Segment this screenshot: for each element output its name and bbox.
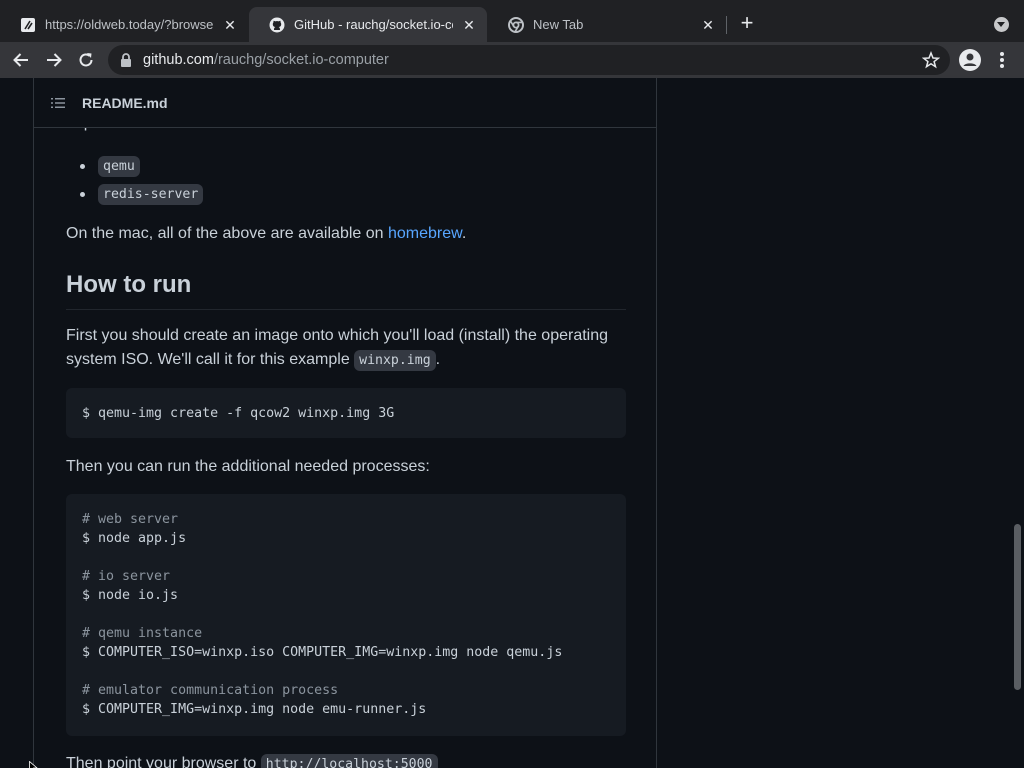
tab-search-button[interactable] (994, 17, 1009, 32)
inline-code: winxp.img (354, 350, 436, 371)
reload-button[interactable] (72, 46, 100, 74)
tab-github[interactable]: GitHub - rauchg/socket.io-com ✕ (249, 7, 487, 42)
code-comment: # web server (82, 512, 179, 527)
code-block: $ qemu-img create -f qcow2 winxp.img 3G (66, 388, 626, 438)
code-line: $ node io.js (82, 588, 179, 603)
tab-title: GitHub - rauchg/socket.io-com (294, 17, 453, 32)
point-paragraph: Then point your browser to http://localh… (66, 752, 626, 768)
bookmark-star-icon[interactable] (921, 50, 941, 69)
list-item: qemu (66, 154, 203, 182)
forward-button[interactable] (40, 46, 68, 74)
code-comment: # qemu instance (82, 626, 203, 641)
run-paragraph: Then you can run the additional needed p… (66, 458, 430, 475)
dependency-list: qemu redis-server (66, 154, 204, 210)
back-button[interactable] (7, 46, 35, 74)
paragraph-text: Then point your browser to (66, 755, 261, 768)
mac-paragraph: On the mac, all of the above are availab… (66, 222, 626, 246)
github-icon (269, 17, 285, 33)
how-to-run-heading: How to run (66, 270, 626, 310)
page-scrollbar[interactable] (1010, 78, 1024, 768)
browser-menu-button[interactable] (992, 48, 1012, 72)
url-path: /rauchg/socket.io-computer (213, 52, 389, 68)
mouse-cursor-icon (29, 760, 39, 768)
tab-oldweb[interactable]: https://oldweb.today/?browser ✕ (0, 7, 248, 42)
browser-toolbar: github.com/rauchg/socket.io-computer (0, 42, 1024, 78)
address-bar[interactable]: github.com/rauchg/socket.io-computer (108, 45, 950, 75)
readme-header: README.md (34, 78, 656, 128)
forward-arrow-icon (47, 53, 62, 67)
profile-button[interactable] (958, 48, 982, 72)
paragraph-text: On the mac, all of the above are availab… (66, 225, 388, 242)
list-item: redis-server (66, 182, 204, 210)
readme-title: README.md (82, 94, 168, 111)
create-paragraph: First you should create an image onto wh… (66, 324, 626, 373)
readme-container: README.md dependencies installed: qemu r… (33, 78, 657, 768)
scrollbar-thumb[interactable] (1014, 524, 1021, 690)
code-line: $ COMPUTER_IMG=winxp.img node emu-runner… (82, 702, 427, 717)
inline-code: http://localhost:5000 (260, 754, 438, 768)
code-blank (82, 548, 610, 567)
tab-separator (726, 16, 727, 34)
back-arrow-icon (13, 53, 28, 67)
url-text: github.com/rauchg/socket.io-computer (143, 52, 389, 68)
code-blank (82, 662, 610, 681)
paragraph-text: . (461, 225, 467, 242)
code-line: $ COMPUTER_ISO=winxp.iso COMPUTER_IMG=wi… (82, 645, 563, 660)
close-icon[interactable]: ✕ (461, 17, 477, 33)
code-comment: # io server (82, 569, 171, 584)
more-vert-icon (1000, 52, 1004, 68)
code-block: # web server $ node app.js # io server $ no… (66, 494, 626, 736)
page-viewport: README.md dependencies installed: qemu r… (0, 78, 1024, 768)
paragraph-text: . (435, 351, 441, 368)
url-host: github.com (143, 52, 214, 68)
inline-code: qemu (98, 156, 140, 177)
reload-icon (79, 53, 93, 67)
tab-title: https://oldweb.today/?browser (45, 17, 214, 32)
tab-title: New Tab (533, 17, 584, 32)
tab-strip: https://oldweb.today/?browser ✕ GitHub -… (0, 0, 1024, 42)
code-line: $ node app.js (82, 531, 187, 546)
account-icon (959, 49, 981, 71)
chrome-icon (508, 16, 524, 33)
list-icon[interactable] (50, 95, 66, 111)
close-icon[interactable]: ✕ (700, 17, 716, 33)
lock-icon (120, 53, 132, 67)
paragraph-text: First you should create an image onto wh… (66, 327, 609, 368)
code-comment: # emulator communication process (82, 683, 339, 698)
tab-new-tab[interactable]: New Tab ✕ (488, 7, 726, 42)
inline-code: redis-server (98, 184, 204, 205)
oldweb-icon (20, 17, 36, 33)
code-line: $ qemu-img create -f qcow2 winxp.img 3G (82, 406, 395, 421)
code-blank (82, 605, 610, 624)
close-icon[interactable]: ✕ (222, 17, 238, 33)
new-tab-button[interactable]: + (736, 12, 758, 35)
homebrew-link[interactable]: homebrew (388, 225, 462, 242)
